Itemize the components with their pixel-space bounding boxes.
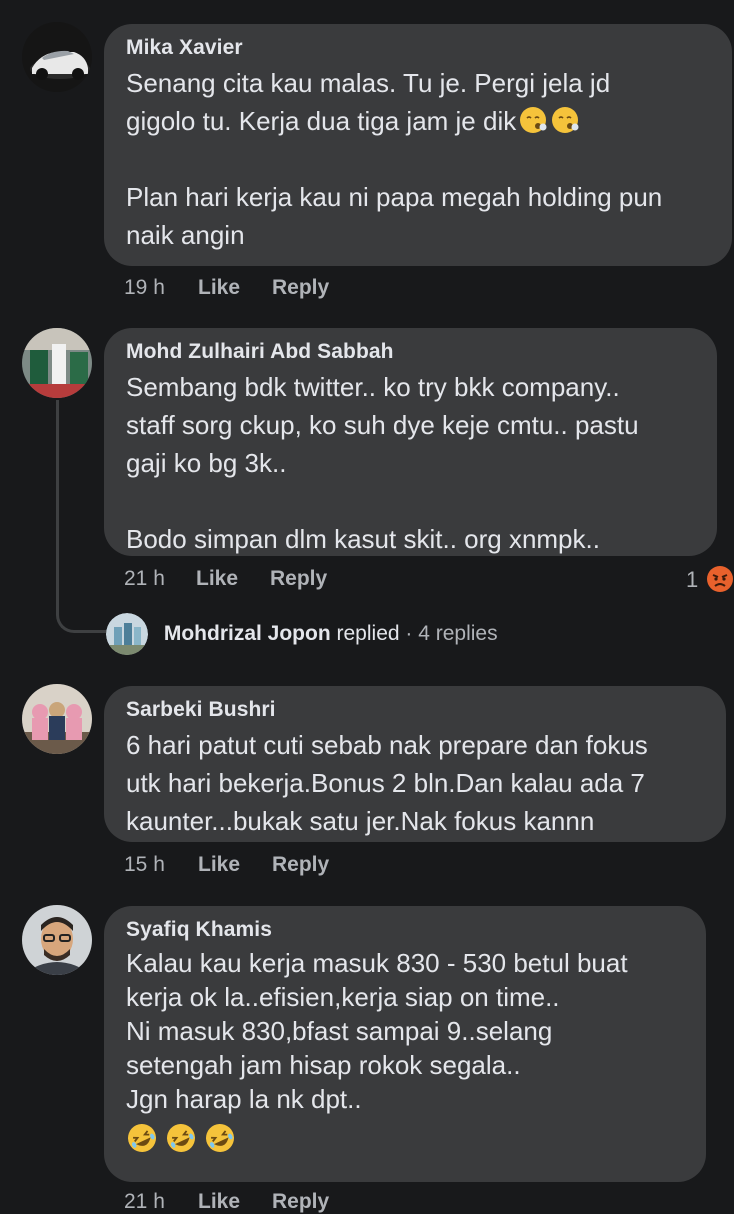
comment-line: 6 hari patut cuti sebab nak prepare dan … — [126, 730, 648, 760]
comment-line: Kalau kau kerja masuk 830 - 530 betul bu… — [126, 948, 628, 978]
like-button[interactable]: Like — [198, 853, 240, 877]
laughing-rolling-emoji — [206, 1124, 235, 1152]
comment-bubble: Sarbeki Bushri 6 hari patut cuti sebab n… — [104, 686, 726, 842]
face-exhaling-emoji — [552, 107, 579, 133]
comment-line: setengah jam hisap rokok segala.. — [126, 1050, 521, 1080]
comment-bubble: Mohd Zulhairi Abd Sabbah Sembang bdk twi… — [104, 328, 717, 556]
comment-text: Sembang bdk twitter.. ko try bkk company… — [126, 368, 695, 558]
comment-timestamp[interactable]: 19 h — [124, 276, 165, 300]
view-replies-link[interactable]: Mohdrizal Jopon replied · 4 replies — [106, 613, 498, 655]
emoji-row — [126, 1122, 684, 1162]
reply-button[interactable]: Reply — [272, 853, 329, 877]
comment-text: Senang cita kau malas. Tu je. Pergi jela… — [126, 64, 710, 254]
reply-button[interactable]: Reply — [272, 276, 329, 300]
laughing-rolling-emoji — [167, 1124, 196, 1152]
comment-timestamp[interactable]: 21 h — [124, 1190, 165, 1214]
like-button[interactable]: Like — [198, 276, 240, 300]
comment-line: Sembang bdk twitter.. ko try bkk company… — [126, 372, 620, 402]
comment-line: Bodo simpan dlm kasut skit.. org xnmpk.. — [126, 524, 600, 554]
separator: · — [399, 621, 419, 645]
comment-author[interactable]: Sarbeki Bushri — [126, 698, 704, 722]
angry-face-emoji — [707, 566, 734, 592]
avatar[interactable] — [22, 684, 92, 754]
reply-button[interactable]: Reply — [272, 1190, 329, 1214]
comment-line: Jgn harap la nk dpt.. — [126, 1084, 362, 1114]
comment-author[interactable]: Mika Xavier — [126, 36, 710, 60]
comment-author[interactable]: Mohd Zulhairi Abd Sabbah — [126, 340, 695, 364]
comment-line: staff sorg ckup, ko suh dye keje cmtu.. … — [126, 410, 639, 440]
avatar[interactable] — [22, 905, 92, 975]
avatar — [106, 613, 148, 655]
comment-line: gigolo tu. Kerja dua tiga jam je dik — [126, 106, 517, 136]
comment-bubble: Syafiq Khamis Kalau kau kerja masuk 830 … — [104, 906, 706, 1182]
avatar[interactable] — [22, 22, 92, 92]
comment-line: Plan hari kerja kau ni papa megah holdin… — [126, 182, 663, 212]
replies-count: 4 replies — [418, 621, 498, 645]
comment-text: Kalau kau kerja masuk 830 - 530 betul bu… — [126, 946, 684, 1162]
comment-timestamp[interactable]: 15 h — [124, 853, 165, 877]
comment-line: naik angin — [126, 220, 245, 250]
laughing-rolling-emoji — [128, 1124, 156, 1152]
comment-line: kerja ok la..efisien,kerja siap on time.… — [126, 982, 560, 1012]
replied-text: replied — [330, 621, 400, 645]
comment-text: 6 hari patut cuti sebab nak prepare dan … — [126, 726, 704, 840]
comment-line: kaunter...bukak satu jer.Nak fokus kannn — [126, 806, 595, 836]
like-button[interactable]: Like — [196, 567, 238, 591]
like-button[interactable]: Like — [198, 1190, 240, 1214]
comment-timestamp[interactable]: 21 h — [124, 567, 165, 591]
comment-line: utk hari bekerja.Bonus 2 bln.Dan kalau a… — [126, 768, 645, 798]
reply-author: Mohdrizal Jopon — [163, 621, 331, 645]
comment-line: gaji ko bg 3k.. — [126, 448, 287, 478]
avatar[interactable] — [22, 328, 92, 398]
comment-bubble: Mika Xavier Senang cita kau malas. Tu je… — [104, 24, 732, 266]
face-exhaling-emoji — [520, 107, 547, 133]
comment-line: Ni masuk 830,bfast sampai 9..selang — [126, 1016, 553, 1046]
comment-line: Senang cita kau malas. Tu je. Pergi jela… — [126, 68, 611, 98]
comment-author[interactable]: Syafiq Khamis — [126, 918, 684, 942]
reply-button[interactable]: Reply — [270, 567, 327, 591]
reaction-summary[interactable]: 1 — [686, 565, 734, 593]
reaction-count: 1 — [686, 567, 699, 592]
